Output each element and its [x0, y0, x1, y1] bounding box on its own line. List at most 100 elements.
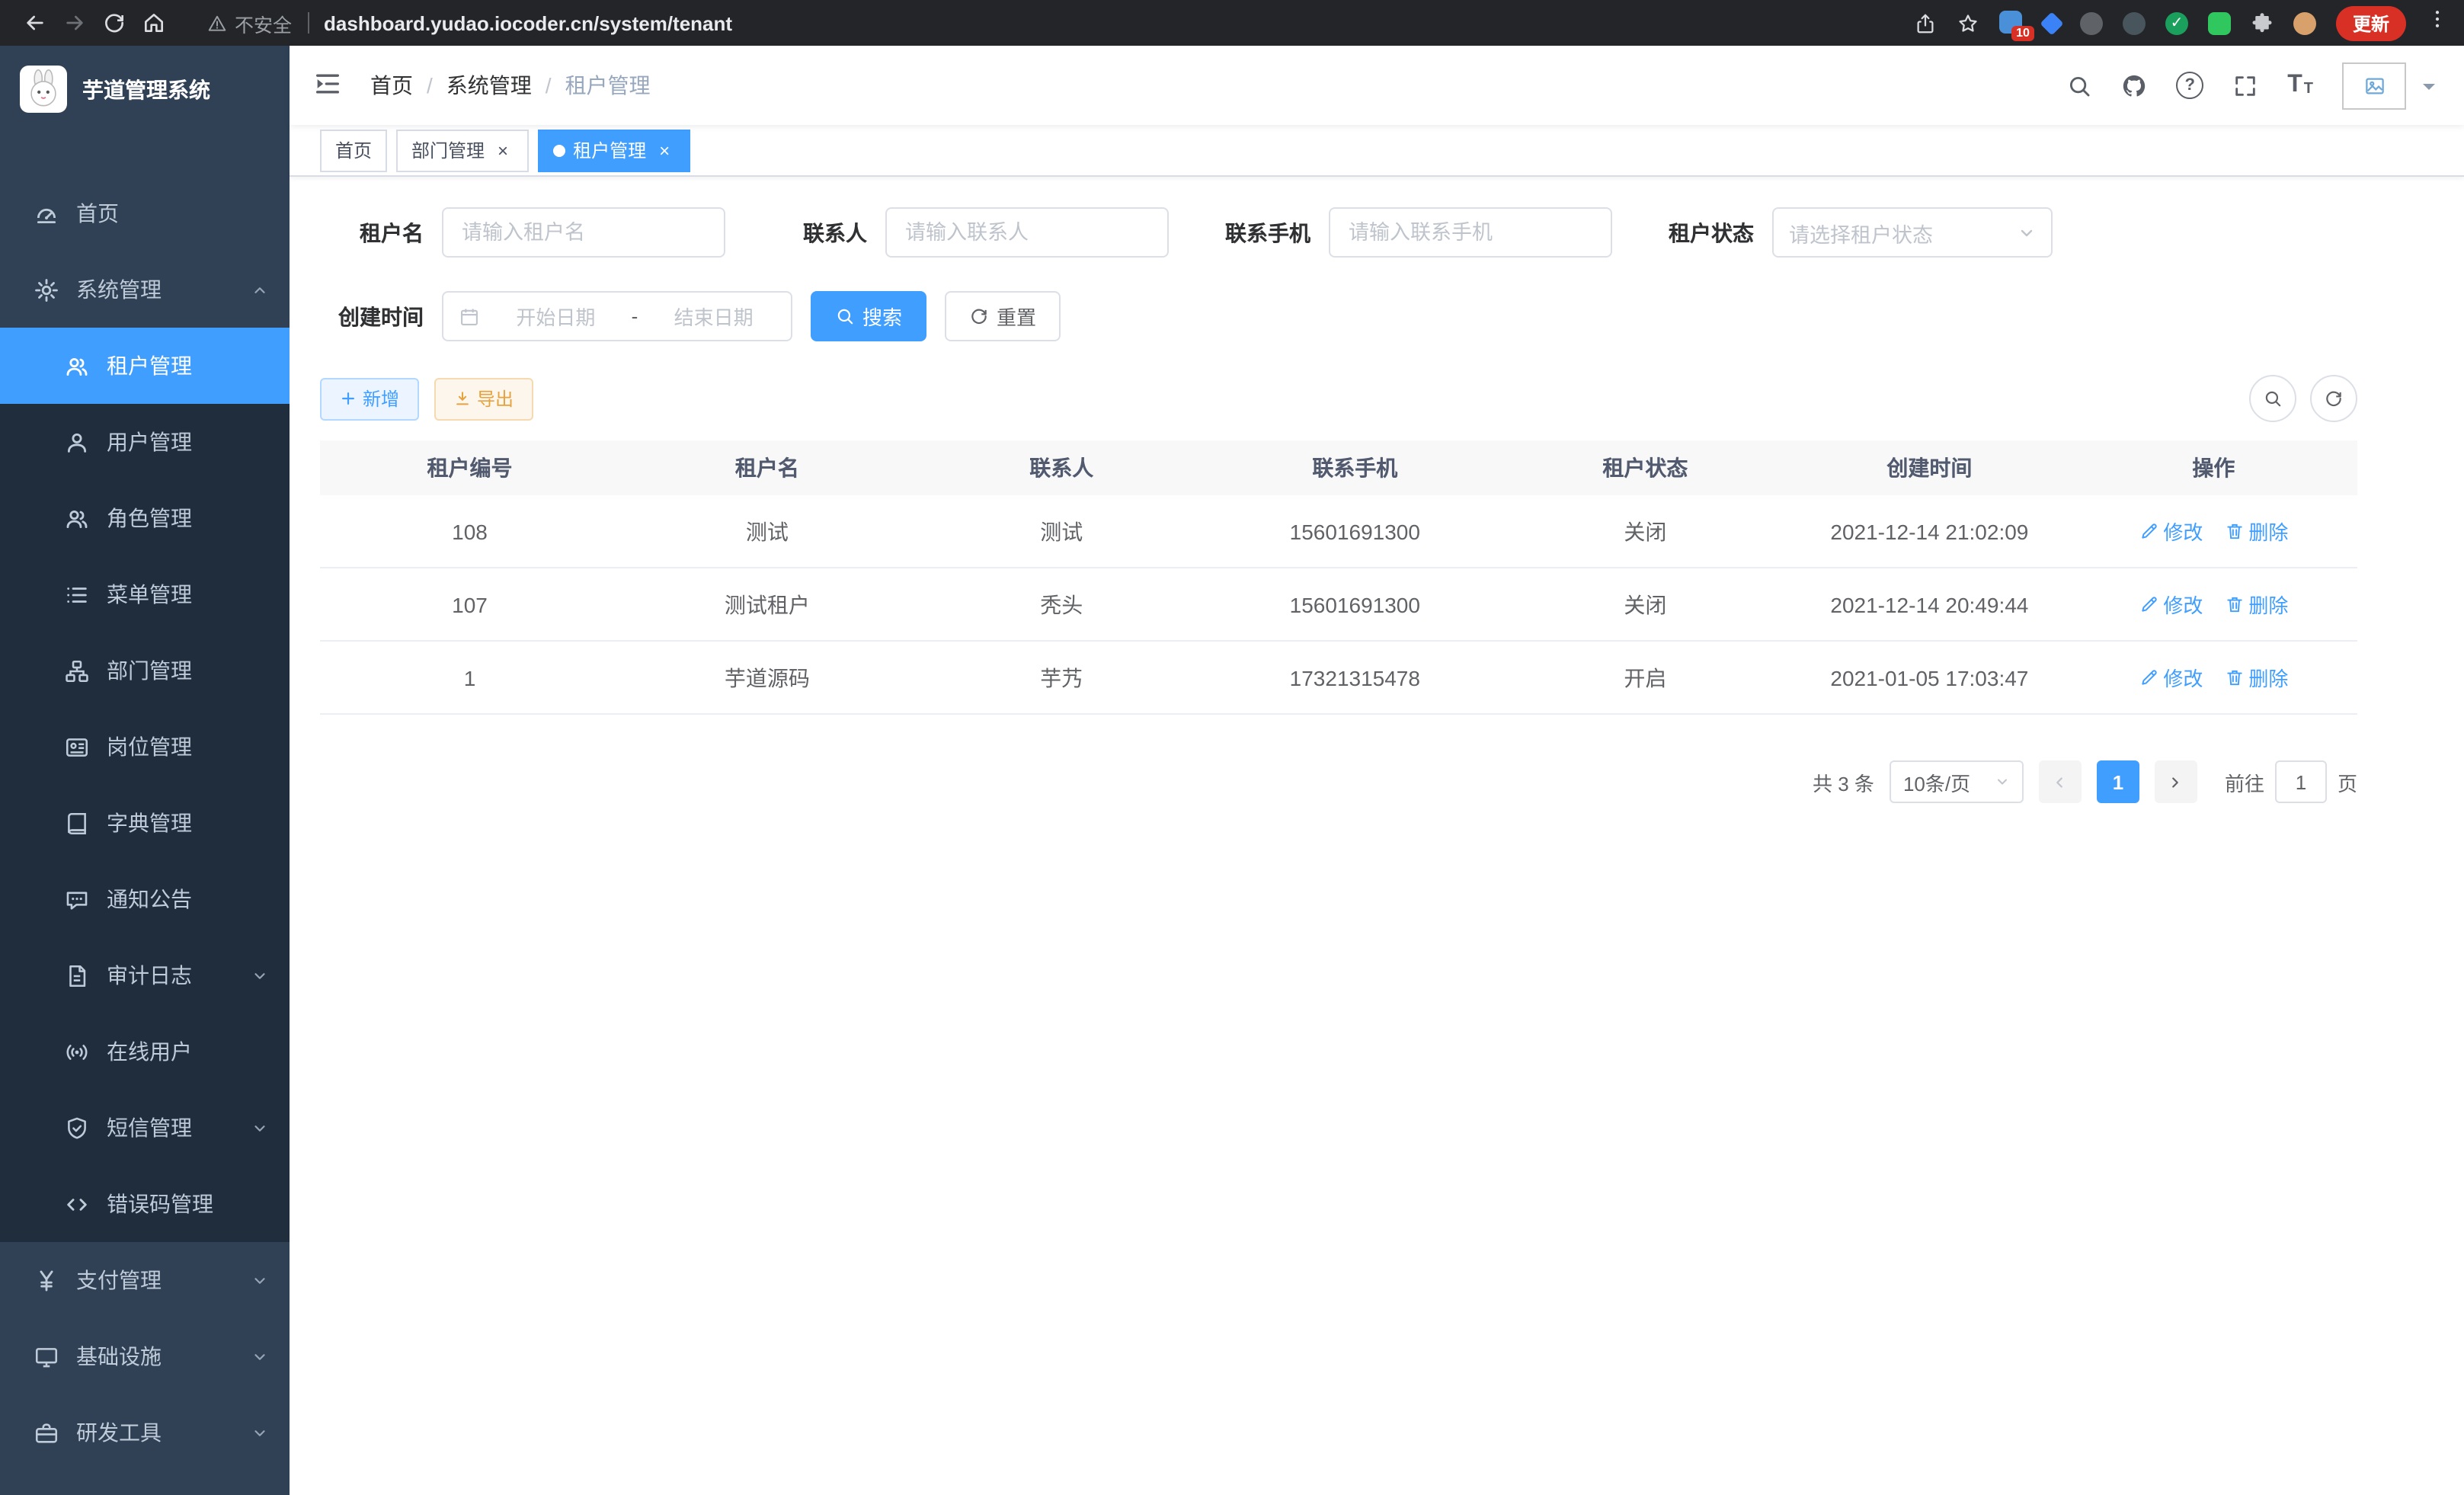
system-submenu: 租户管理 用户管理 角色管理 菜单管理: [0, 328, 290, 1242]
reset-button[interactable]: 重置: [945, 291, 1061, 341]
chevron-down-icon: [251, 1272, 268, 1289]
sidebar-item-notice[interactable]: 通知公告: [0, 861, 290, 937]
extension-icon-5[interactable]: ✓: [2165, 11, 2188, 34]
sidebar-item-audit-log[interactable]: 审计日志: [0, 937, 290, 1013]
sidebar-item-home[interactable]: 首页: [0, 175, 290, 251]
sidebar-logo[interactable]: 芋道管理系统: [0, 46, 290, 133]
warning-icon: [207, 13, 227, 33]
sidebar-item-post[interactable]: 岗位管理: [0, 709, 290, 785]
delete-button[interactable]: 删除: [2224, 663, 2288, 692]
tab-dept[interactable]: 部门管理: [396, 129, 529, 171]
sidebar-item-pay[interactable]: 支付管理: [0, 1242, 290, 1318]
table-row[interactable]: 1 芋道源码 芋艿 17321315478 开启 2021-01-05 17:0…: [320, 642, 2357, 715]
goto-page-input[interactable]: [2275, 760, 2327, 803]
prev-page-button[interactable]: [2039, 760, 2082, 803]
breadcrumb-home[interactable]: 首页: [370, 70, 413, 101]
close-icon[interactable]: [654, 139, 675, 161]
delete-button[interactable]: 删除: [2224, 590, 2288, 619]
contact-label: 联系人: [763, 217, 885, 248]
table-toolbar: 新增 导出: [320, 375, 2357, 422]
date-range-picker[interactable]: 开始日期 - 结束日期: [442, 291, 792, 341]
font-size-icon[interactable]: [2287, 73, 2313, 98]
page-number-button[interactable]: 1: [2097, 760, 2139, 803]
share-icon[interactable]: [1914, 11, 1937, 34]
message-icon: [64, 886, 90, 912]
edit-button[interactable]: 修改: [2139, 663, 2203, 692]
security-warning-chip[interactable]: 不安全: [207, 8, 292, 37]
sidebar-item-online-user[interactable]: 在线用户: [0, 1013, 290, 1090]
status-select[interactable]: 请选择租户状态: [1772, 207, 2053, 258]
phone-input[interactable]: [1329, 207, 1612, 258]
sidebar-item-menu[interactable]: 菜单管理: [0, 556, 290, 632]
page-size-select[interactable]: 10条/页: [1890, 760, 2024, 803]
sidebar-item-role[interactable]: 角色管理: [0, 480, 290, 556]
chevron-up-icon: [251, 281, 268, 298]
hide-search-button[interactable]: [2249, 375, 2296, 422]
extension-icon-3[interactable]: [2080, 11, 2103, 34]
next-page-button[interactable]: [2155, 760, 2197, 803]
url-text[interactable]: dashboard.yudao.iocoder.cn/system/tenant: [324, 11, 732, 34]
sidebar-item-error-code[interactable]: 错误码管理: [0, 1166, 290, 1242]
refresh-table-button[interactable]: [2310, 375, 2357, 422]
extension-icon-6[interactable]: [2208, 11, 2231, 34]
sidebar-item-dev-tool[interactable]: 研发工具: [0, 1394, 290, 1471]
address-divider: [307, 12, 309, 34]
browser-forward-button[interactable]: [55, 5, 94, 41]
book-icon: [64, 810, 90, 836]
avatar[interactable]: [2342, 62, 2406, 109]
avatar-caret-down-icon[interactable]: [2423, 84, 2435, 96]
active-dot: [553, 144, 565, 156]
add-button[interactable]: 新增: [320, 377, 419, 420]
browser-reload-button[interactable]: [94, 5, 134, 41]
extension-badge: 10: [2011, 26, 2034, 41]
sidebar-item-dict[interactable]: 字典管理: [0, 785, 290, 861]
fullscreen-icon[interactable]: [2232, 72, 2258, 98]
chevron-down-icon: [251, 967, 268, 984]
extensions-puzzle-icon[interactable]: [2251, 11, 2274, 34]
contact-input[interactable]: [885, 207, 1169, 258]
sidebar-item-system[interactable]: 系统管理: [0, 251, 290, 328]
browser-menu-icon[interactable]: [2426, 8, 2449, 38]
search-button[interactable]: 搜索: [811, 291, 926, 341]
github-icon[interactable]: [2121, 72, 2147, 98]
export-button[interactable]: 导出: [434, 377, 533, 420]
browser-back-button[interactable]: [15, 5, 55, 41]
screen: 不安全 dashboard.yudao.iocoder.cn/system/te…: [0, 0, 2464, 1495]
help-icon[interactable]: [2176, 72, 2203, 99]
extension-with-badge[interactable]: 10: [1999, 11, 2024, 35]
sidebar-item-tenant[interactable]: 租户管理: [0, 328, 290, 404]
chevron-down-icon: [251, 1348, 268, 1365]
chevron-left-icon: [2052, 773, 2069, 790]
browser-update-button[interactable]: 更新: [2336, 5, 2406, 40]
navbar-actions: [2066, 62, 2441, 109]
edit-button[interactable]: 修改: [2139, 590, 2203, 619]
plus-icon: [340, 390, 357, 407]
address-bar[interactable]: 不安全 dashboard.yudao.iocoder.cn/system/te…: [207, 8, 732, 37]
close-icon[interactable]: [492, 139, 514, 161]
broken-image-icon: [2363, 74, 2386, 97]
breadcrumb-current: 租户管理: [565, 70, 651, 101]
sidebar-item-user[interactable]: 用户管理: [0, 404, 290, 480]
broadcast-icon: [64, 1039, 90, 1064]
tab-home[interactable]: 首页: [320, 129, 387, 171]
sidebar-item-sms[interactable]: 短信管理: [0, 1090, 290, 1166]
sidebar-item-infra[interactable]: 基础设施: [0, 1318, 290, 1394]
delete-button[interactable]: 删除: [2224, 517, 2288, 546]
edit-button[interactable]: 修改: [2139, 517, 2203, 546]
tenant-name-input[interactable]: [442, 207, 725, 258]
sidebar-collapse-icon[interactable]: [312, 69, 346, 102]
refresh-icon: [969, 306, 989, 326]
extension-icon-4[interactable]: [2123, 11, 2146, 34]
toolbox-icon: [34, 1420, 59, 1445]
table-row[interactable]: 108 测试 测试 15601691300 关闭 2021-12-14 21:0…: [320, 495, 2357, 568]
document-icon: [64, 962, 90, 988]
table-row[interactable]: 107 测试租户 秃头 15601691300 关闭 2021-12-14 20…: [320, 568, 2357, 642]
extension-icon-2[interactable]: [2040, 11, 2063, 34]
browser-profile-avatar[interactable]: [2293, 11, 2316, 34]
tab-tenant[interactable]: 租户管理: [538, 129, 690, 171]
breadcrumb-system[interactable]: 系统管理: [446, 70, 532, 101]
sidebar-item-dept[interactable]: 部门管理: [0, 632, 290, 709]
browser-home-button[interactable]: [134, 5, 174, 41]
search-icon[interactable]: [2066, 72, 2092, 98]
bookmark-star-icon[interactable]: [1957, 11, 1979, 34]
